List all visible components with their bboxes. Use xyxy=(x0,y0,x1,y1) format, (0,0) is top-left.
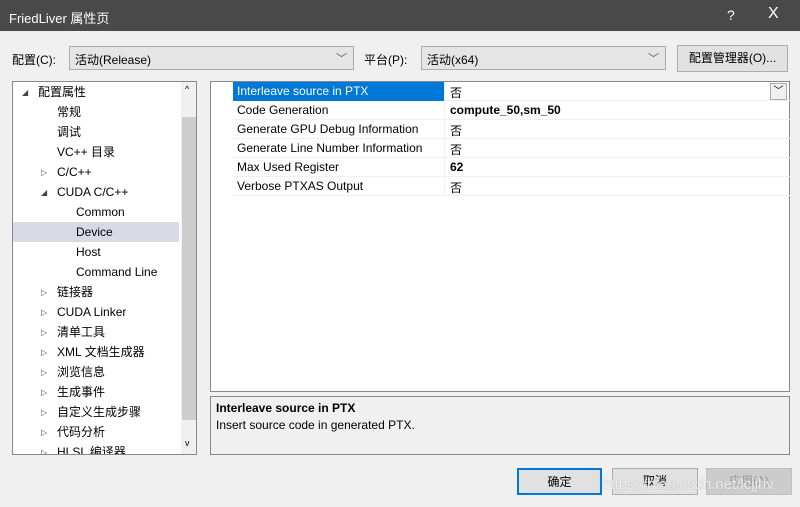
scroll-down-icon[interactable]: v xyxy=(185,438,190,448)
tree-item-label: Common xyxy=(76,205,125,219)
tree-item[interactable]: VC++ 目录 xyxy=(13,142,179,162)
tree-item[interactable]: ▷ 浏览信息 xyxy=(13,362,179,382)
tree-item-label: 常规 xyxy=(57,105,82,119)
tree-item[interactable]: Device xyxy=(13,222,179,242)
tree-item-label: VC++ 目录 xyxy=(57,145,116,159)
tree-item[interactable]: Command Line xyxy=(13,262,179,282)
tree-item[interactable]: 常规 xyxy=(13,102,179,122)
chevron-down-icon: ﹀ xyxy=(336,53,347,65)
tree-item-label: 自定义生成步骤 xyxy=(57,405,142,419)
collapsed-icon[interactable]: ▷ xyxy=(41,443,47,454)
tree-item-label: 生成事件 xyxy=(57,385,106,399)
config-select[interactable]: 活动(Release) ﹀ xyxy=(69,46,354,70)
property-value[interactable]: 否 xyxy=(446,82,466,103)
tree-item[interactable]: Common xyxy=(13,202,179,222)
collapsed-icon[interactable]: ▷ xyxy=(41,363,47,383)
expanded-icon[interactable]: ◢ xyxy=(41,183,47,203)
description-text: Insert source code in generated PTX. xyxy=(216,418,415,432)
scrollbar-thumb[interactable] xyxy=(182,117,196,420)
tree-scrollbar[interactable]: ^ v xyxy=(181,82,196,454)
tree-item[interactable]: ◢ CUDA C/C++ xyxy=(13,182,179,202)
property-name: Code Generation xyxy=(233,101,445,120)
property-value: compute_50,sm_50 xyxy=(450,103,561,117)
watermark: https://blog.csdn.net/lcjjhv xyxy=(602,476,774,493)
tree-item[interactable]: ▷ 自定义生成步骤 xyxy=(13,402,179,422)
collapsed-icon[interactable]: ▷ xyxy=(41,283,47,303)
help-button[interactable]: ? xyxy=(727,7,735,23)
tree-item[interactable]: ▷ 生成事件 xyxy=(13,382,179,402)
collapsed-icon[interactable]: ▷ xyxy=(41,403,47,423)
tree-item[interactable]: ◢ 配置属性 xyxy=(13,82,179,102)
collapsed-icon[interactable]: ▷ xyxy=(41,163,47,183)
title-bar: FriedLiver 属性页 ? X xyxy=(0,0,800,31)
tree-item-label: 清单工具 xyxy=(57,325,106,339)
property-tree: ▷ HLSL 编译器 ▷ 代码分析 ▷ 自定义生成步骤 ▷ 生成事件 ▷ 浏览信息 ▷ XML 文档生… xyxy=(12,81,197,455)
collapsed-icon[interactable]: ▷ xyxy=(41,423,47,443)
property-row[interactable]: Generate Line Number Information 否 xyxy=(233,139,790,158)
collapsed-icon[interactable]: ▷ xyxy=(41,343,47,363)
property-row[interactable]: Generate GPU Debug Information 否 xyxy=(233,120,790,139)
tree-item-label: 链接器 xyxy=(57,285,94,299)
tree-item-label: XML 文档生成器 xyxy=(57,345,145,359)
property-value: 62 xyxy=(450,160,464,174)
chevron-down-icon: ﹀ xyxy=(648,53,659,65)
platform-select[interactable]: 活动(x64) ﹀ xyxy=(421,46,666,70)
tree-item-label: C/C++ xyxy=(57,165,92,179)
property-row[interactable]: Code Generation compute_50,sm_50 xyxy=(233,101,790,120)
tree-item-label: Command Line xyxy=(76,265,158,279)
property-grid: Interleave source in PTX 否 ﹀ Code Generatio… xyxy=(210,81,790,392)
property-value: 否 xyxy=(450,181,463,195)
collapsed-icon[interactable]: ▷ xyxy=(41,303,47,323)
property-row[interactable]: Max Used Register 62 xyxy=(233,158,790,177)
config-manager-button[interactable]: 配置管理器(O)... xyxy=(677,45,788,72)
config-label: 配置(C): xyxy=(12,53,56,67)
tree-item[interactable]: Host xyxy=(13,242,179,262)
expanded-icon[interactable]: ◢ xyxy=(22,83,28,103)
tree-item-label: 调试 xyxy=(57,125,82,139)
property-name: Generate Line Number Information xyxy=(233,139,445,158)
tree-item-label: 配置属性 xyxy=(38,85,87,99)
collapsed-icon[interactable]: ▷ xyxy=(41,383,47,403)
tree-item[interactable]: ▷ 清单工具 xyxy=(13,322,179,342)
collapsed-icon[interactable]: ▷ xyxy=(41,323,47,343)
tree-item[interactable]: ▷ CUDA Linker xyxy=(13,302,179,322)
tree-item-label: 浏览信息 xyxy=(57,365,106,379)
tree-item[interactable]: ▷ C/C++ xyxy=(13,162,179,182)
tree-item-label: CUDA C/C++ xyxy=(57,185,129,199)
platform-label: 平台(P): xyxy=(364,53,408,67)
property-name: Generate GPU Debug Information xyxy=(233,120,445,139)
description-panel: Interleave source in PTX Insert source c… xyxy=(210,396,790,455)
tree-item-label: CUDA Linker xyxy=(57,305,127,319)
ok-button[interactable]: 确定 xyxy=(517,468,602,495)
tree-item[interactable]: ▷ HLSL 编译器 xyxy=(13,442,179,455)
tree-item-label: Host xyxy=(76,245,101,259)
tree-item-label: 代码分析 xyxy=(57,425,106,439)
property-row[interactable]: Interleave source in PTX 否 ﹀ xyxy=(233,82,790,101)
property-value: 否 xyxy=(450,124,463,138)
tree-item[interactable]: ▷ 代码分析 xyxy=(13,422,179,442)
tree-item[interactable]: ▷ XML 文档生成器 xyxy=(13,342,179,362)
chevron-down-icon[interactable]: ﹀ xyxy=(770,83,787,100)
property-value: 否 xyxy=(450,143,463,157)
close-button[interactable]: X xyxy=(768,5,779,23)
tree-item-label: HLSL 编译器 xyxy=(57,445,126,455)
property-name: Interleave source in PTX xyxy=(233,82,445,101)
config-value: 活动(Release) xyxy=(75,53,152,67)
property-name: Max Used Register xyxy=(233,158,445,177)
tree-item[interactable]: ▷ 链接器 xyxy=(13,282,179,302)
tree-item[interactable]: 调试 xyxy=(13,122,179,142)
scroll-up-icon[interactable]: ^ xyxy=(185,84,189,94)
platform-value: 活动(x64) xyxy=(427,53,479,67)
property-row[interactable]: Verbose PTXAS Output 否 xyxy=(233,177,790,196)
tree-item-label: Device xyxy=(76,225,113,239)
window-title: FriedLiver 属性页 xyxy=(9,11,110,26)
property-name: Verbose PTXAS Output xyxy=(233,177,445,196)
description-title: Interleave source in PTX xyxy=(216,401,356,415)
